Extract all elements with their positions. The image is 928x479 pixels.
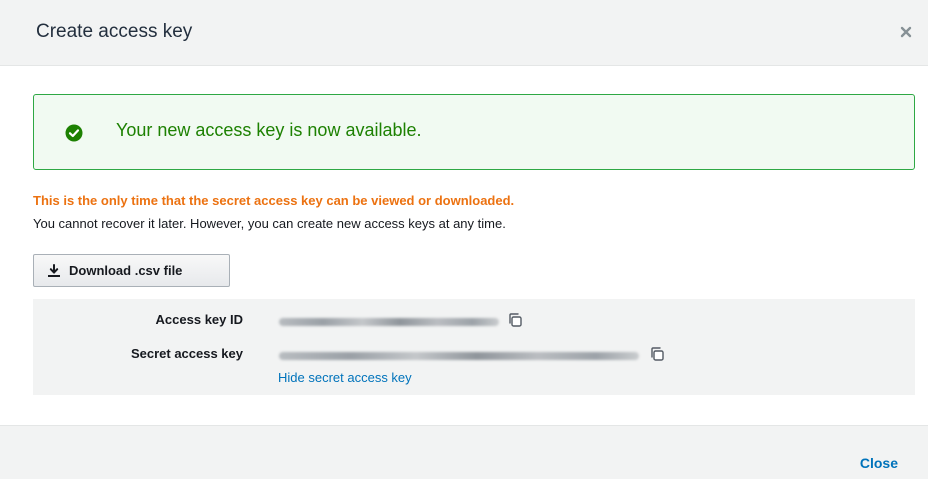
access-key-id-label: Access key ID	[155, 312, 243, 327]
create-access-key-dialog: Create access key Your new access key is…	[0, 0, 928, 479]
download-button-label: Download .csv file	[69, 263, 183, 278]
alert-message: Your new access key is now available.	[116, 120, 422, 140]
copy-icon[interactable]	[507, 312, 523, 328]
dialog-header: Create access key	[0, 0, 928, 66]
secret-access-key-label: Secret access key	[130, 346, 243, 361]
access-key-id-value[interactable]	[279, 318, 499, 326]
hide-secret-key-link[interactable]: Hide secret access key	[278, 370, 412, 385]
check-circle-icon	[65, 124, 83, 142]
access-keys-table: Access key ID Secret access key Hide sec…	[33, 299, 915, 395]
dialog-footer: Close	[0, 425, 928, 479]
close-x-icon[interactable]	[898, 24, 914, 40]
copy-icon[interactable]	[649, 346, 665, 362]
warning-detail: You cannot recover it later. However, yo…	[33, 216, 506, 231]
secret-access-key-value[interactable]	[279, 352, 639, 360]
warning-headline: This is the only time that the secret ac…	[33, 193, 515, 208]
download-icon	[48, 263, 60, 277]
download-csv-button[interactable]: Download .csv file	[33, 254, 230, 287]
close-button[interactable]: Close	[860, 455, 898, 471]
success-alert: Your new access key is now available.	[33, 94, 915, 170]
dialog-title: Create access key	[36, 21, 193, 42]
